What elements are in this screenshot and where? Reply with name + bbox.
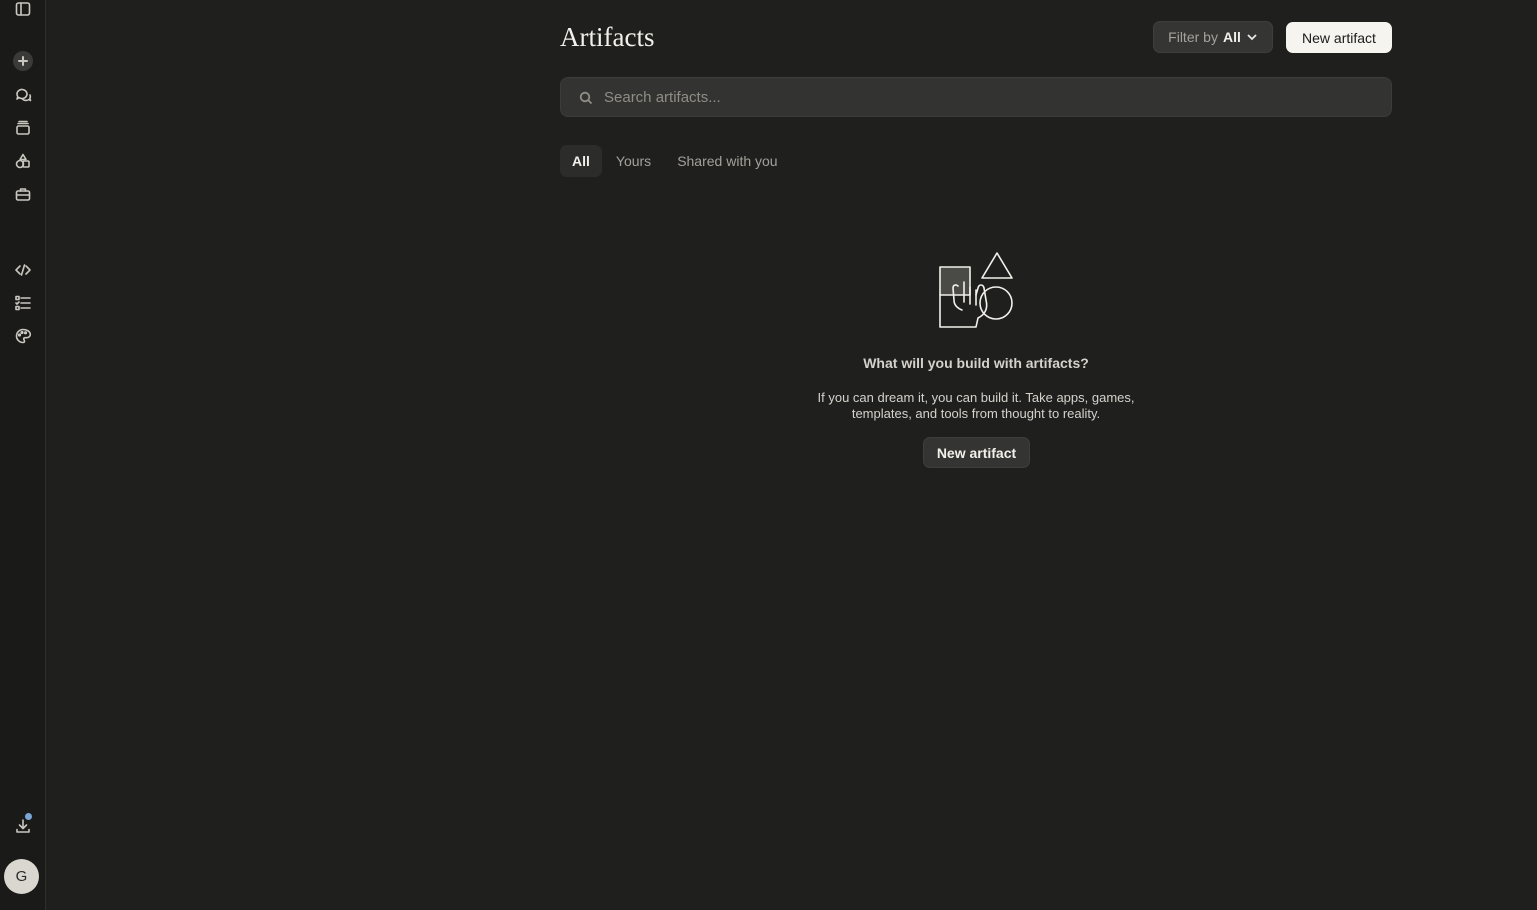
sidebar-rail: G bbox=[0, 0, 46, 910]
chats-icon[interactable] bbox=[8, 81, 38, 109]
artifact-tabs: All Yours Shared with you bbox=[560, 145, 790, 177]
empty-state-title: What will you build with artifacts? bbox=[863, 355, 1089, 371]
avatar[interactable]: G bbox=[4, 859, 39, 894]
page-title: Artifacts bbox=[560, 22, 655, 52]
projects-icon[interactable] bbox=[8, 114, 38, 142]
notification-dot bbox=[25, 813, 32, 820]
chevron-down-icon bbox=[1247, 34, 1257, 41]
download-icon[interactable] bbox=[8, 812, 38, 840]
tab-shared-with-you[interactable]: Shared with you bbox=[665, 145, 789, 177]
tab-all[interactable]: All bbox=[560, 145, 602, 177]
filter-label: Filter by bbox=[1168, 29, 1218, 45]
filter-dropdown[interactable]: Filter by All bbox=[1153, 21, 1273, 53]
plus-icon bbox=[13, 51, 33, 71]
new-chat-button[interactable] bbox=[8, 47, 38, 75]
search-bar bbox=[560, 77, 1392, 117]
search-icon bbox=[579, 91, 593, 105]
empty-state-description: If you can dream it, you can build it. T… bbox=[817, 390, 1135, 421]
tasks-icon[interactable] bbox=[8, 289, 38, 317]
new-artifact-center-button[interactable]: New artifact bbox=[923, 437, 1030, 468]
sidebar-toggle-icon[interactable] bbox=[8, 0, 38, 23]
code-icon[interactable] bbox=[8, 256, 38, 284]
artifacts-icon[interactable] bbox=[8, 147, 38, 175]
palette-icon[interactable] bbox=[8, 322, 38, 350]
search-input[interactable] bbox=[604, 78, 1374, 116]
toolbox-icon[interactable] bbox=[8, 180, 38, 208]
new-artifact-button[interactable]: New artifact bbox=[1286, 22, 1392, 53]
tab-yours[interactable]: Yours bbox=[604, 145, 663, 177]
filter-value: All bbox=[1222, 29, 1241, 45]
shapes-illustration-icon bbox=[936, 250, 1016, 330]
